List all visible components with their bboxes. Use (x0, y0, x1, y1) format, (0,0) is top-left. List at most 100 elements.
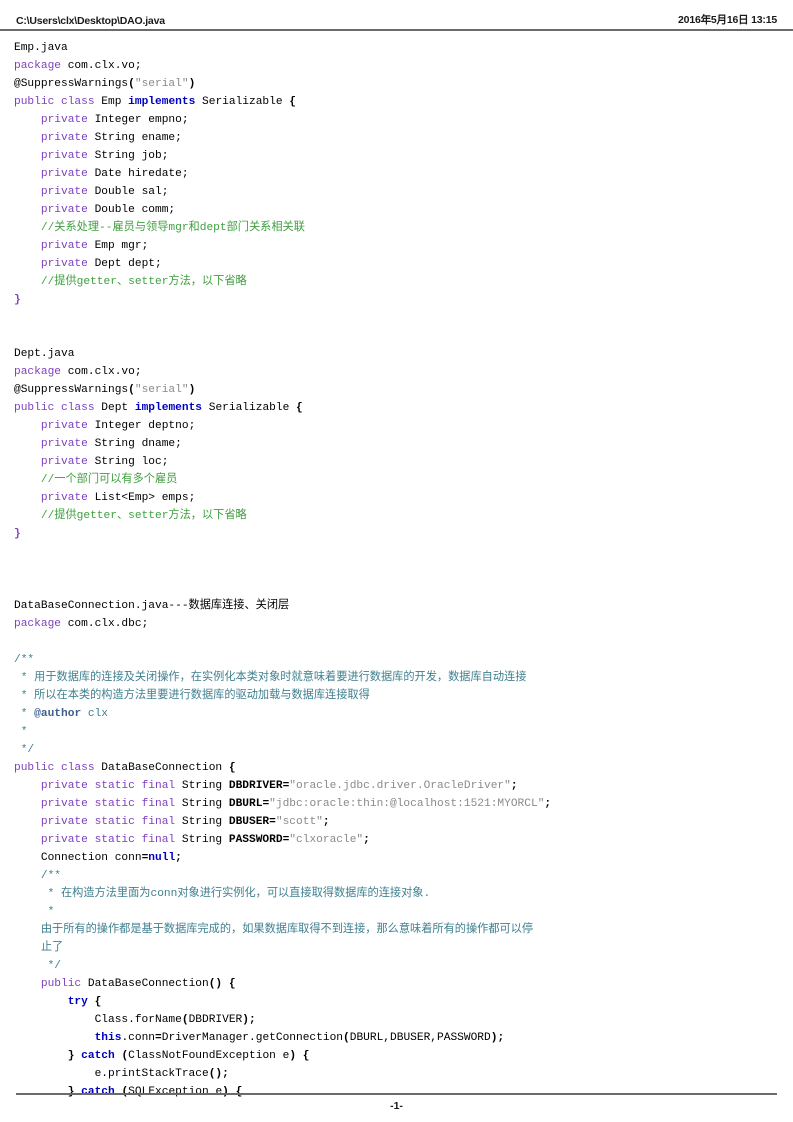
code-token: private (40, 438, 88, 450)
code-token: private static final (40, 798, 176, 810)
code-line: public class Dept implements Serializabl… (14, 399, 779, 417)
code-token: Integer deptno; (87, 420, 196, 432)
code-token: ; (544, 798, 552, 810)
code-token: public class (14, 762, 95, 774)
code-line: private String loc; (14, 453, 779, 471)
code-line: } (14, 291, 779, 309)
code-token: DBUSER (228, 816, 270, 828)
code-token: * (14, 708, 35, 720)
code-line: @SuppressWarnings("serial") (14, 381, 779, 399)
code-line: this.conn=DriverManager.getConnection(DB… (14, 1029, 779, 1047)
code-token: (); (208, 1068, 229, 1080)
code-token: Dept (94, 402, 135, 414)
code-line: public class DataBaseConnection { (14, 759, 779, 777)
code-token: ( (181, 1014, 189, 1026)
code-token: Double comm; (87, 204, 176, 216)
page-footer: -1- (16, 1093, 777, 1112)
code-line: //关系处理--雇员与领导mgr和dept部门关系相关联 (14, 219, 779, 237)
code-token: { (228, 762, 236, 774)
code-token: String ename; (87, 132, 182, 144)
code-line: /** (14, 867, 779, 885)
page-header: C:\Users\clx\Desktop\DAO.java 2016年5月16日… (0, 0, 793, 31)
code-token: * (14, 726, 28, 738)
code-token: () (208, 978, 223, 990)
code-token: null (148, 852, 176, 864)
code-token: = (155, 1032, 162, 1044)
code-line: private static final String DBURL="jdbc:… (14, 795, 779, 813)
header-timestamp: 2016年5月16日 13:15 (678, 14, 777, 26)
code-token: Emp (94, 96, 129, 108)
code-token: * 所以在本类的构造方法里要进行数据库的驱动加载与数据库连接取得 (14, 690, 370, 702)
code-line: package com.clx.vo; (14, 57, 779, 75)
code-line: private Double sal; (14, 183, 779, 201)
code-token: * 用于数据库的连接及关闭操作，在实例化本类对象时就意味着要进行数据库的开发，数… (14, 672, 527, 684)
code-line: //提供getter、setter方法，以下省略 (14, 507, 779, 525)
code-token: DBDRIVER (188, 1014, 243, 1026)
code-line: private static final String PASSWORD="cl… (14, 831, 779, 849)
code-token: ( (128, 384, 135, 396)
code-line: * 用于数据库的连接及关闭操作，在实例化本类对象时就意味着要进行数据库的开发，数… (14, 669, 779, 687)
code-token: } (14, 294, 21, 306)
code-token: catch (81, 1050, 115, 1062)
code-line: Connection conn=null; (14, 849, 779, 867)
code-token: public class (14, 96, 95, 108)
code-line: private Integer deptno; (14, 417, 779, 435)
code-line: private String job; (14, 147, 779, 165)
code-line: * @author clx (14, 705, 779, 723)
code-token: private (40, 132, 88, 144)
code-token: ) (188, 78, 196, 90)
code-token: Date hiredate; (87, 168, 189, 180)
code-token: Dept dept; (87, 258, 162, 270)
code-token: ClassNotFoundException e (128, 1050, 290, 1062)
code-token: "scott" (275, 816, 323, 828)
code-token: String dname; (87, 438, 182, 450)
code-token: //关系处理--雇员与领导mgr和dept部门关系相关联 (40, 222, 305, 234)
source-code-listing: Emp.java package com.clx.vo; @SuppressWarn… (0, 31, 793, 1101)
code-token: private (40, 456, 88, 468)
code-token: public (40, 978, 82, 990)
code-token: .conn (121, 1032, 156, 1044)
code-token: "oracle.jdbc.driver.OracleDriver" (289, 780, 511, 792)
code-line: */ (14, 741, 779, 759)
code-token: DBDRIVER (228, 780, 283, 792)
code-token: * 在构造方法里面为conn对象进行实例化，可以直接取得数据库的连接对象. (14, 888, 431, 900)
code-token: ; (363, 834, 370, 846)
code-token: e.printStackTrace (14, 1068, 209, 1080)
code-token: */ (14, 960, 61, 972)
code-token: DataBaseConnection (81, 978, 209, 990)
code-token: @author (34, 708, 82, 720)
code-token: private (40, 492, 88, 504)
code-token: String (175, 798, 229, 810)
code-line: */ (14, 957, 779, 975)
code-line: Dept.java (14, 345, 779, 363)
code-token: Class.forName (14, 1014, 182, 1026)
code-token: Serializable (195, 96, 290, 108)
code-line: 由于所有的操作都是基于数据库完成的，如果数据库取得不到连接，那么意味着所有的操作… (14, 921, 779, 939)
code-line: DataBaseConnection.java---数据库连接、关闭层 (14, 597, 779, 615)
code-token: { (296, 402, 303, 414)
code-token: * (14, 906, 55, 918)
code-token: implements (134, 402, 203, 414)
code-token: DBURL,DBUSER,PASSWORD (349, 1032, 491, 1044)
code-token: */ (14, 744, 35, 756)
code-token: com.clx.dbc; (61, 618, 149, 630)
code-token: { (289, 96, 297, 108)
code-line: } catch (ClassNotFoundException e) { (14, 1047, 779, 1065)
code-token: private (40, 240, 88, 252)
code-line: //一个部门可以有多个雇员 (14, 471, 779, 489)
code-line: private List<Emp> emps; (14, 489, 779, 507)
document-page: C:\Users\clx\Desktop\DAO.java 2016年5月16日… (0, 0, 793, 1122)
